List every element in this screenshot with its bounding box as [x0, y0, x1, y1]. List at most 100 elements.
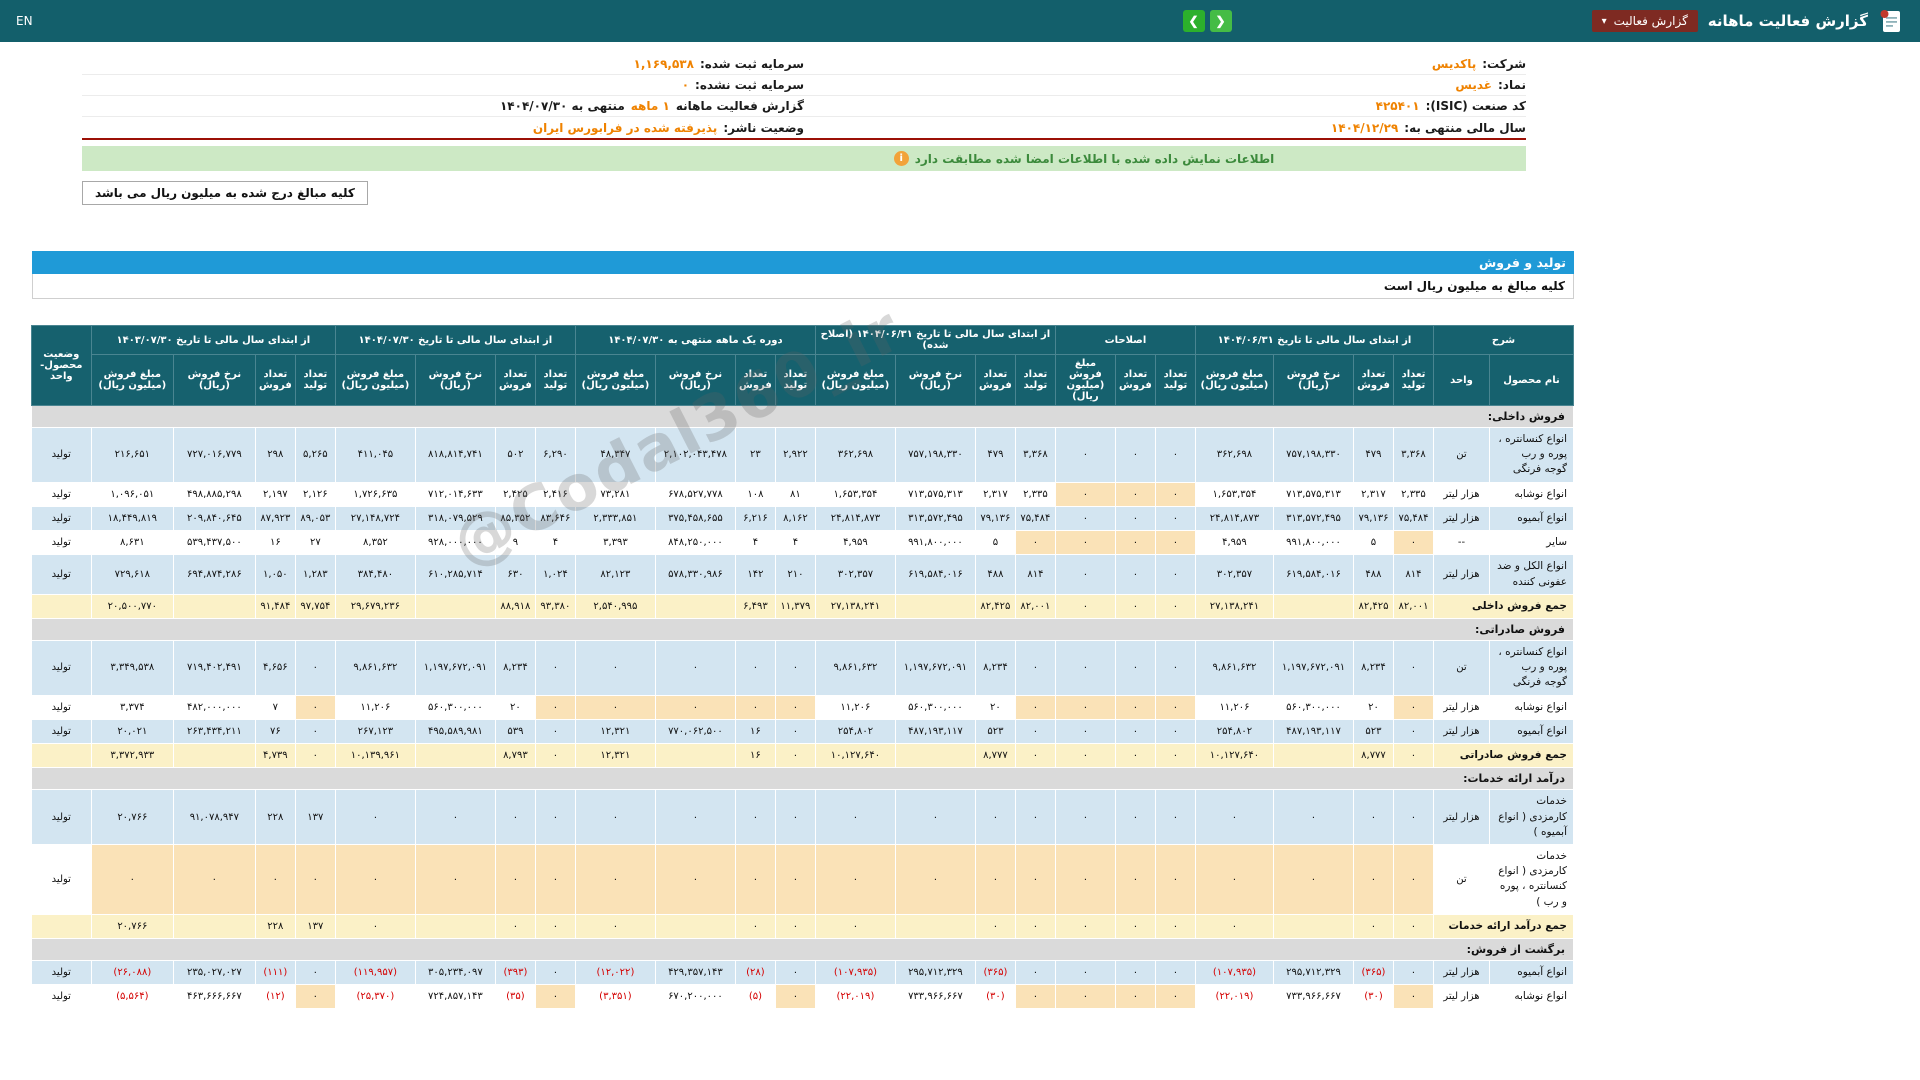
value-cell: ۲,۳۱۷ [974, 481, 1016, 507]
column-group-header: دوره یک ماهه منتهی به ۱۴۰۴/۰۷/۳۰ [574, 325, 816, 355]
value-cell: ۰ [1014, 639, 1056, 696]
value-cell: ۸۳,۶۴۶ [534, 505, 576, 532]
value-cell: ۰ [774, 694, 816, 720]
unit-cell: هزار لیتر [1432, 505, 1491, 532]
value-cell: (۳۹۳) [494, 960, 536, 986]
isic-field: کد صنعت (ISIC): ۴۲۵۴۰۱ [804, 99, 1526, 113]
value-cell: ۰ [1054, 427, 1116, 483]
value-cell: ۰ [1114, 843, 1156, 915]
prev-report-button[interactable]: ❮ [1209, 10, 1232, 32]
value-cell: ۱۱,۳۷۹ [774, 593, 816, 619]
unit-cell: هزار لیتر [1432, 789, 1491, 845]
value-cell: ۰ [1154, 743, 1196, 769]
value-cell: ۹۲۸,۰۰۰,۰۰۰ [414, 530, 496, 556]
value-cell: ۰ [574, 913, 656, 940]
product-name-cell: انواع الکل و ضد عفونی کننده [1489, 554, 1574, 595]
summary-title: جمع فروش صادراتی [1432, 743, 1575, 769]
header-group-row: شرح از ابتدای سال مالی تا تاریخ ۱۴۰۴/۰۶/۳… [30, 325, 1575, 406]
value-cell: ۰ [1392, 789, 1434, 845]
value-cell: ۰ [1114, 530, 1156, 556]
value-cell: ۰ [1014, 789, 1056, 845]
value-cell: ۰ [734, 843, 776, 915]
value-cell: ۰ [1154, 789, 1196, 845]
value-cell: (۱۱۹,۹۵۷) [334, 960, 416, 986]
value-cell: ۸,۷۹۳ [494, 743, 536, 769]
value-cell: ۴۸۸ [1352, 554, 1394, 595]
value-cell: ۷۲۴,۸۵۷,۱۴۳ [414, 984, 496, 1010]
column-header: تعداد فروش [974, 354, 1016, 406]
value-cell: ۰ [1054, 530, 1116, 556]
value-cell: ۴۷۹ [974, 427, 1016, 483]
value-cell: ۰ [1352, 913, 1394, 940]
value-cell: ۱۲,۳۲۱ [574, 743, 656, 769]
value-cell: ۰ [1114, 639, 1156, 696]
value-cell [1272, 743, 1354, 769]
value-cell: ۴۸۷,۱۹۳,۱۱۷ [894, 718, 976, 745]
value-cell: (۲۲,۰۱۹) [814, 984, 896, 1010]
table-row: انواع نوشابه هزار لیتر ۰ ۲۰ ۵۶۰,۳۰۰,۰۰۰ ۱۱,۲۰… [30, 694, 1574, 720]
value-cell: ۰ [294, 639, 336, 696]
value-cell: ۴ [734, 530, 776, 556]
table-row: خدمات کارمزدی ( انواع کنسانتره ، پوره و … [30, 843, 1574, 915]
product-name-cell: انواع آبمیوه [1489, 960, 1574, 986]
value-cell: ۸,۷۷۷ [1352, 743, 1394, 769]
column-header: تعداد تولید [534, 354, 576, 406]
value-cell: ۱,۰۹۶,۰۵۱ [90, 481, 174, 507]
value-cell: ۷۵,۴۸۴ [1014, 505, 1056, 532]
next-report-button[interactable]: ❯ [1182, 10, 1205, 32]
value-cell: ۰ [1054, 639, 1116, 696]
value-cell: ۰ [774, 984, 816, 1010]
value-cell: ۰ [90, 843, 174, 915]
value-cell: ۵۲۳ [1352, 718, 1394, 745]
value-cell: ۱,۲۸۳ [294, 554, 336, 595]
value-cell: ۰ [1014, 984, 1056, 1010]
value-cell: ۱,۱۹۷,۶۷۲,۰۹۱ [414, 639, 496, 696]
value-cell: ۲۱۶,۶۵۱ [90, 427, 174, 483]
value-cell: ۱۶ [254, 530, 296, 556]
value-cell: ۴۸۷,۱۹۳,۱۱۷ [1272, 718, 1354, 745]
value-cell: ۰ [654, 639, 736, 696]
summary-title: جمع فروش داخلی [1432, 593, 1575, 619]
section-title: فروش داخلی: [30, 405, 1575, 428]
field-label: سرمایه ثبت نشده: [695, 78, 804, 92]
value-cell: ۰ [1392, 743, 1434, 769]
value-cell: ۰ [534, 639, 576, 696]
value-cell [414, 593, 496, 619]
info-icon: i [893, 151, 909, 166]
field-label: وضعیت ناشر: [723, 120, 804, 135]
value-cell: ۴۸۲,۰۰۰,۰۰۰ [172, 694, 256, 720]
value-cell: ۴,۹۵۹ [814, 530, 896, 556]
unit-cell: هزار لیتر [1432, 481, 1491, 507]
product-name-cell: انواع آبمیوه [1489, 505, 1574, 532]
status-cell: تولید [30, 530, 92, 556]
million-rial-note-box: کلیه مبالغ درج شده به میلیون ریال می باش… [82, 181, 368, 205]
period-length-value: ۱ ماهه [630, 99, 670, 113]
value-cell: ۰ [1054, 843, 1116, 915]
table-row: انواع کنسانتره ، پوره و رب گوجه فرنگی تن ۰… [30, 639, 1574, 696]
top-bar: گزارش فعالیت ماهانه گزارش فعالیت ▾ ❮ ❯ E… [0, 0, 1920, 42]
value-cell: ۹,۸۶۱,۶۳۲ [814, 639, 896, 696]
report-type-dropdown[interactable]: گزارش فعالیت ▾ [1591, 10, 1698, 32]
value-cell: ۲۰,۷۶۶ [90, 789, 174, 845]
value-cell: ۰ [774, 639, 816, 696]
value-cell: (۱۰۷,۹۳۵) [814, 960, 896, 986]
codal-monthly-report-page: { "topbar": { "title": "گزارش فعالیت ماه… [0, 0, 1920, 1080]
issuer-status-field: وضعیت ناشر: پذیرفته شده در فرابورس ایران [82, 121, 804, 135]
isic-value: ۴۲۵۴۰۱ [1375, 99, 1420, 113]
value-cell: ۱۶ [734, 718, 776, 745]
value-cell: ۳۰۵,۲۳۴,۰۹۷ [414, 960, 496, 986]
table-row: انواع آبمیوه هزار لیتر ۰ (۳۶۵) ۲۹۵,۷۱۲,۳۲۹ (۱… [30, 960, 1574, 986]
value-cell: ۰ [894, 789, 976, 845]
table-row: انواع الکل و ضد عفونی کننده هزار لیتر ۸۱۴ ۴… [30, 554, 1574, 595]
value-cell: ۰ [294, 718, 336, 745]
value-cell: ۰ [574, 789, 656, 845]
status-cell: تولید [30, 960, 92, 986]
value-cell: ۲۷ [294, 530, 336, 556]
language-switch-en[interactable]: EN [16, 14, 33, 28]
value-cell: ۲۶۳,۴۳۴,۲۱۱ [172, 718, 256, 745]
value-cell: ۴۲۹,۳۵۷,۱۴۳ [654, 960, 736, 986]
value-cell: ۲۹,۶۷۹,۲۳۶ [334, 593, 416, 619]
value-cell: ۸,۶۳۱ [90, 530, 174, 556]
value-cell: ۵۰۲ [494, 427, 536, 483]
